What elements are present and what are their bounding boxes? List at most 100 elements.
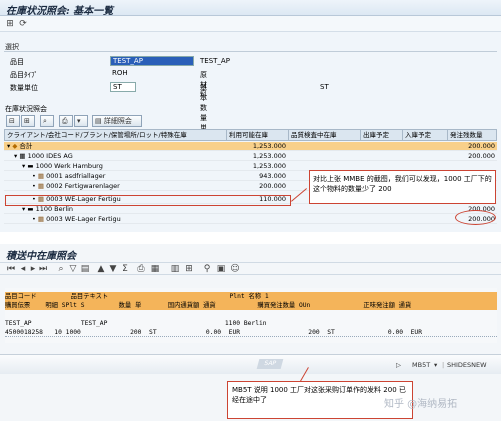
storage-location-icon: ▦ (37, 215, 45, 223)
title-bar: 在庫状況照会: 基本一覧 (0, 0, 501, 17)
layout-icon[interactable]: ▾ (74, 115, 88, 127)
expand-arrow-icon[interactable]: ▾ (22, 205, 25, 213)
selection-box: 品目 TEST_AP TEST_AP 品目ﾀｲﾌﾟ ROH 原材料 数量単位 S… (4, 51, 497, 142)
layout-icon[interactable]: ▥ (170, 264, 180, 274)
column-header[interactable]: 出庫予定 (361, 130, 403, 141)
expand-icon[interactable]: ⊟ (6, 115, 20, 127)
available-stock (226, 205, 286, 214)
unit-input[interactable]: ST (110, 82, 136, 92)
filter-icon[interactable]: ▽ (68, 264, 78, 274)
filter-settings-icon[interactable]: ⚲ (202, 264, 212, 274)
in-transit-list: 品目コード 品目テキスト Plnt 名称 1 購買伝票 明細 SPlt S 数量… (5, 288, 497, 343)
list-header-line-1: 品目コード 品目テキスト Plnt 名称 1 (5, 292, 497, 301)
dropdown-icon[interactable]: ▾ (434, 361, 437, 369)
last-page-icon[interactable]: ⏭ (38, 264, 48, 274)
tree-node: ▾ ◆ 合計 (4, 142, 224, 151)
expand-arrow-icon[interactable]: ▾ (14, 152, 17, 160)
stock-overview-header: 在庫状況照会 (5, 105, 47, 113)
row-label: 1000 Werk Hamburg (35, 162, 103, 170)
print-icon[interactable]: ⎙ (59, 115, 73, 127)
expand-arrow-icon[interactable]: ▾ (7, 142, 10, 150)
status-arrow-icon[interactable]: ▷ (396, 361, 401, 369)
tree-toolbar: ⊟ ⊞ ⌕ ⎙ ▾ ▤ 詳細照会 (4, 115, 497, 128)
separator: | (442, 361, 445, 369)
storage-location-icon: ▦ (37, 182, 45, 190)
column-header[interactable]: 発注残数量 (448, 130, 498, 141)
field-label: 品目ﾀｲﾌﾟ (10, 71, 38, 79)
highlight-ellipse (455, 210, 496, 225)
server-name: SHIDESNEW (447, 361, 487, 369)
row-label: 0003 WE-Lager Fertigu (46, 215, 121, 223)
column-header[interactable]: 利用可能在庫 (227, 130, 289, 141)
storage-location-icon: ▦ (37, 172, 45, 180)
available-stock: 943.000 (259, 172, 286, 180)
row-label: 0001 asdfriallager (46, 172, 106, 180)
user-icon[interactable]: ☺ (230, 264, 240, 274)
table-row[interactable]: ▾ ◆ 合計 1,253.000 200.000 (4, 142, 497, 151)
list-item[interactable]: 4500018258 10 1000 200 ST 0.00 EUR 200 S… (5, 328, 497, 337)
tree-node: • ▦ 0003 WE-Lager Fertigu (4, 215, 224, 224)
expand-arrow-icon[interactable]: ▾ (22, 162, 25, 170)
plant-icon: ▬ (27, 205, 34, 213)
open-po-qty: 200.000 (468, 152, 495, 160)
tree-node: ▾ ▬ 1100 Berlin (4, 205, 224, 214)
print-icon[interactable]: ⎙ (136, 264, 146, 274)
row-label: 1000 IDES AG (27, 152, 73, 160)
table-row[interactable]: • ▦ 0003 WE-Lager Fertigu 200.000 (4, 215, 497, 224)
column-header[interactable]: 品質検査中在庫 (289, 130, 361, 141)
column-header[interactable]: クライアント/会社コード/プラント/保管場所/ロット/特殊在庫 (5, 130, 227, 141)
list-header-line-2: 購買伝票 明細 SPlt S 数量 単 国内通貨額 通貨 購買発注数量 OUn … (5, 301, 497, 310)
hierarchy-icon[interactable]: ⊞ (5, 19, 15, 29)
total-icon: ◆ (12, 142, 18, 150)
chart-icon[interactable]: ▣ (216, 264, 226, 274)
available-stock: 1,253.000 (252, 152, 286, 160)
collapse-icon[interactable]: ⊞ (21, 115, 35, 127)
material-description: TEST_AP (200, 57, 230, 65)
previous-page-icon[interactable]: ◂ (18, 264, 28, 274)
sap-logo: SAP (256, 359, 284, 369)
in-transit-stock-panel: 積送中在庫照会 ⏮ ◂ ▸ ⏭ ⌕ ▽ ▤ ▲ ▼ Σ ⎙ ▦ ▥ ⊞ ⚲ ▣ … (0, 244, 501, 421)
bullet-icon: • (32, 215, 36, 223)
list-toolbar: ⏮ ◂ ▸ ⏭ ⌕ ▽ ▤ ▲ ▼ Σ ⎙ ▦ ▥ ⊞ ⚲ ▣ ☺ (0, 262, 501, 275)
watermark: 知乎 @海纳易拓 (384, 399, 458, 410)
open-po-qty: 200.000 (468, 142, 495, 150)
sort-icon[interactable]: ▤ (80, 264, 90, 274)
row-label: 1100 Berlin (35, 205, 74, 213)
tree-node: ▾ ▬ 1000 Werk Hamburg (4, 162, 224, 171)
application-toolbar: ⊞ ⟳ (0, 16, 501, 32)
transaction-code[interactable]: MB5T (412, 361, 430, 369)
table-row[interactable]: ▾ ▬ 1100 Berlin 200.000 (4, 205, 497, 214)
detail-button-label: 詳細照会 (103, 117, 132, 125)
row-label: 0002 Fertigwarenlager (46, 182, 120, 190)
bullet-icon: • (32, 182, 36, 190)
stock-table-header: クライアント/会社コード/プラント/保管場所/ロット/特殊在庫 利用可能在庫 品… (4, 129, 497, 141)
bullet-icon: • (32, 172, 36, 180)
field-label: 品目 (10, 58, 24, 66)
column-header[interactable]: 入庫予定 (403, 130, 448, 141)
sort-ascending-icon[interactable]: ▲ (96, 264, 106, 274)
page-title: 積送中在庫照会 (6, 251, 76, 262)
first-page-icon[interactable]: ⏮ (6, 264, 16, 274)
row-label: 合計 (19, 142, 33, 150)
plant-icon: ▬ (27, 162, 34, 170)
status-bar: SAP ▷ MB5T ▾ | SHIDESNEW (0, 354, 501, 374)
list-item[interactable]: TEST_AP TEST_AP 1100 Berlin (5, 319, 497, 328)
page-title: 在庫状況照会: 基本一覧 (6, 6, 114, 17)
next-page-icon[interactable]: ▸ (28, 264, 38, 274)
change-layout-icon[interactable]: ⊞ (184, 264, 194, 274)
tree-node: • ▦ 0001 asdfriallager (4, 172, 224, 181)
detail-button[interactable]: ▤ 詳細照会 (92, 115, 142, 127)
annotation-callout: 对比上张 MMBE 的截图，我们可以发现，1000 工厂下的这个物料的数量少了 … (309, 170, 496, 204)
field-label: 数量単位 (10, 84, 38, 92)
material-input[interactable]: TEST_AP (110, 56, 194, 66)
base-unit-value: ST (320, 83, 329, 91)
available-stock: 1,253.000 (252, 142, 286, 150)
table-row[interactable]: ▾ ▦ 1000 IDES AG 1,253.000 200.000 (4, 152, 497, 161)
export-icon[interactable]: ▦ (150, 264, 160, 274)
sort-descending-icon[interactable]: ▼ (108, 264, 118, 274)
available-stock (226, 215, 286, 224)
find-icon[interactable]: ⌕ (40, 115, 54, 127)
total-icon[interactable]: Σ (120, 264, 130, 274)
details-icon[interactable]: ⌕ (56, 264, 66, 274)
refresh-icon[interactable]: ⟳ (18, 19, 28, 29)
